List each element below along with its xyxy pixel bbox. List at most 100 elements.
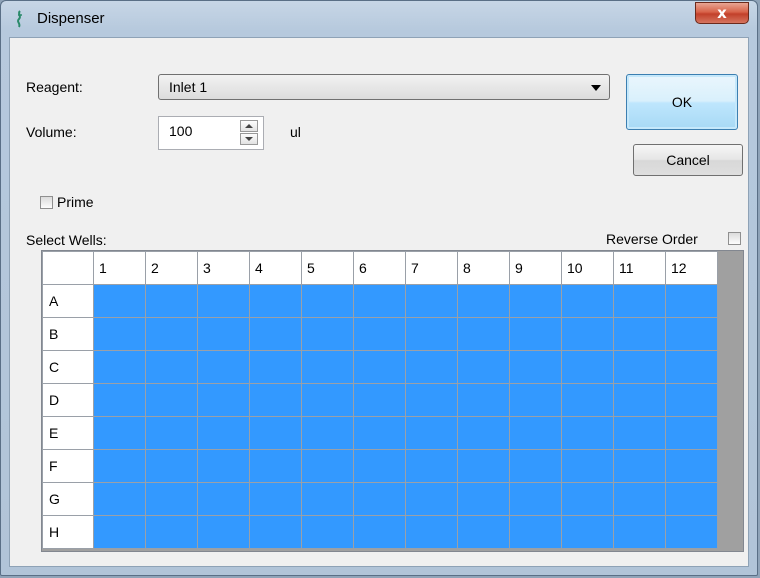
reverse-order-checkbox[interactable] bbox=[728, 232, 741, 245]
well-cell[interactable] bbox=[249, 482, 302, 516]
well-cell[interactable] bbox=[665, 284, 718, 318]
well-cell[interactable] bbox=[509, 416, 562, 450]
column-header[interactable]: 1 bbox=[93, 251, 146, 285]
well-cell[interactable] bbox=[353, 284, 406, 318]
well-cell[interactable] bbox=[665, 482, 718, 516]
row-header[interactable]: H bbox=[42, 515, 94, 549]
well-cell[interactable] bbox=[249, 383, 302, 417]
well-cell[interactable] bbox=[665, 449, 718, 483]
well-cell[interactable] bbox=[145, 350, 198, 384]
well-cell[interactable] bbox=[249, 284, 302, 318]
well-cell[interactable] bbox=[145, 482, 198, 516]
well-cell[interactable] bbox=[301, 284, 354, 318]
well-cell[interactable] bbox=[509, 383, 562, 417]
column-header[interactable]: 5 bbox=[301, 251, 354, 285]
column-header[interactable]: 6 bbox=[353, 251, 406, 285]
ok-button[interactable]: OK bbox=[626, 74, 738, 130]
well-cell[interactable] bbox=[301, 350, 354, 384]
well-cell[interactable] bbox=[93, 383, 146, 417]
well-cell[interactable] bbox=[561, 317, 614, 351]
title-bar[interactable]: Dispenser x bbox=[1, 1, 757, 37]
well-plate-table[interactable]: 1 2 3 4 5 6 7 8 9 10 11 12 ABCDEFGH bbox=[42, 251, 718, 549]
row-header[interactable]: A bbox=[42, 284, 94, 318]
well-cell[interactable] bbox=[93, 350, 146, 384]
well-cell[interactable] bbox=[353, 416, 406, 450]
well-cell[interactable] bbox=[561, 449, 614, 483]
well-cell[interactable] bbox=[457, 350, 510, 384]
well-cell[interactable] bbox=[197, 350, 250, 384]
well-cell[interactable] bbox=[301, 449, 354, 483]
well-cell[interactable] bbox=[301, 416, 354, 450]
row-header[interactable]: G bbox=[42, 482, 94, 516]
column-header[interactable]: 11 bbox=[613, 251, 666, 285]
well-cell[interactable] bbox=[509, 350, 562, 384]
column-header[interactable]: 12 bbox=[665, 251, 718, 285]
well-cell[interactable] bbox=[353, 515, 406, 549]
column-header[interactable]: 7 bbox=[405, 251, 458, 285]
well-cell[interactable] bbox=[249, 350, 302, 384]
well-cell[interactable] bbox=[457, 449, 510, 483]
well-cell[interactable] bbox=[301, 482, 354, 516]
well-cell[interactable] bbox=[197, 416, 250, 450]
well-cell[interactable] bbox=[405, 515, 458, 549]
column-header[interactable]: 10 bbox=[561, 251, 614, 285]
column-header[interactable]: 9 bbox=[509, 251, 562, 285]
prime-checkbox[interactable] bbox=[40, 196, 53, 209]
well-cell[interactable] bbox=[509, 515, 562, 549]
well-cell[interactable] bbox=[509, 284, 562, 318]
well-cell[interactable] bbox=[301, 317, 354, 351]
well-cell[interactable] bbox=[405, 317, 458, 351]
well-cell[interactable] bbox=[561, 416, 614, 450]
row-header[interactable]: E bbox=[42, 416, 94, 450]
volume-value[interactable]: 100 bbox=[169, 123, 192, 139]
row-header[interactable]: F bbox=[42, 449, 94, 483]
well-cell[interactable] bbox=[405, 449, 458, 483]
well-cell[interactable] bbox=[93, 317, 146, 351]
well-cell[interactable] bbox=[613, 449, 666, 483]
well-cell[interactable] bbox=[249, 449, 302, 483]
well-cell[interactable] bbox=[561, 482, 614, 516]
well-cell[interactable] bbox=[249, 416, 302, 450]
column-header[interactable]: 8 bbox=[457, 251, 510, 285]
reagent-dropdown[interactable]: Inlet 1 bbox=[158, 74, 610, 100]
well-cell[interactable] bbox=[145, 284, 198, 318]
well-cell[interactable] bbox=[353, 482, 406, 516]
well-cell[interactable] bbox=[457, 383, 510, 417]
row-header[interactable]: D bbox=[42, 383, 94, 417]
well-cell[interactable] bbox=[561, 515, 614, 549]
well-cell[interactable] bbox=[145, 416, 198, 450]
well-cell[interactable] bbox=[145, 317, 198, 351]
reverse-order-label[interactable]: Reverse Order bbox=[606, 231, 698, 247]
well-cell[interactable] bbox=[457, 317, 510, 351]
well-cell[interactable] bbox=[145, 515, 198, 549]
well-cell[interactable] bbox=[613, 482, 666, 516]
well-cell[interactable] bbox=[145, 449, 198, 483]
well-cell[interactable] bbox=[93, 482, 146, 516]
well-plate-grid[interactable]: 1 2 3 4 5 6 7 8 9 10 11 12 ABCDEFGH bbox=[41, 250, 744, 552]
close-button[interactable]: x bbox=[695, 2, 749, 24]
well-cell[interactable] bbox=[613, 416, 666, 450]
well-cell[interactable] bbox=[301, 515, 354, 549]
well-cell[interactable] bbox=[353, 317, 406, 351]
row-header[interactable]: C bbox=[42, 350, 94, 384]
well-cell[interactable] bbox=[353, 383, 406, 417]
column-header[interactable]: 3 bbox=[197, 251, 250, 285]
well-cell[interactable] bbox=[665, 416, 718, 450]
well-cell[interactable] bbox=[197, 515, 250, 549]
well-cell[interactable] bbox=[405, 416, 458, 450]
well-cell[interactable] bbox=[509, 482, 562, 516]
well-cell[interactable] bbox=[249, 515, 302, 549]
prime-label[interactable]: Prime bbox=[57, 194, 94, 210]
well-cell[interactable] bbox=[405, 383, 458, 417]
well-cell[interactable] bbox=[353, 449, 406, 483]
spin-down-button[interactable] bbox=[240, 133, 258, 145]
well-cell[interactable] bbox=[197, 383, 250, 417]
well-cell[interactable] bbox=[457, 284, 510, 318]
well-cell[interactable] bbox=[145, 383, 198, 417]
volume-spinbox[interactable]: 100 bbox=[158, 116, 264, 150]
cancel-button[interactable]: Cancel bbox=[633, 144, 743, 176]
well-cell[interactable] bbox=[509, 317, 562, 351]
well-cell[interactable] bbox=[613, 317, 666, 351]
well-cell[interactable] bbox=[405, 284, 458, 318]
well-cell[interactable] bbox=[665, 317, 718, 351]
